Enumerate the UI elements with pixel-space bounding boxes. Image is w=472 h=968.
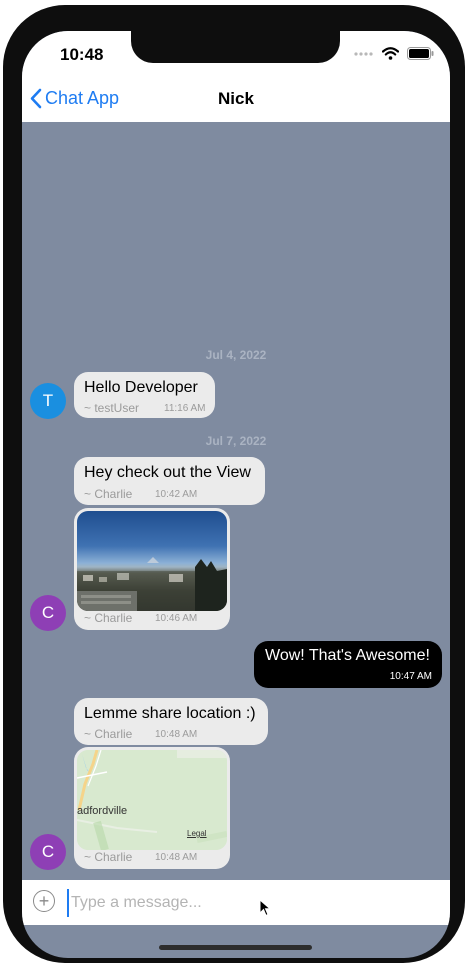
message-bubble[interactable]: Hey check out the View ~ Charlie 10:42 A…	[74, 457, 265, 505]
image-message-bubble[interactable]: ~ Charlie 10:46 AM	[74, 508, 230, 630]
mouse-cursor-icon	[259, 899, 271, 917]
avatar-initial: C	[41, 603, 55, 622]
status-time: 10:48	[60, 45, 104, 64]
map-place-label: adfordville	[77, 805, 128, 817]
location-map[interactable]: adfordville Legal	[77, 750, 227, 850]
navigation-header: 10:48 Chat App Nick	[22, 31, 450, 122]
message-sender: ~ Charlie	[84, 850, 133, 864]
message-text: Hello Developer	[84, 379, 198, 396]
message-input[interactable]	[67, 889, 413, 917]
message-text: Lemme share location :)	[84, 705, 256, 722]
message-time: 10:46 AM	[155, 613, 198, 624]
avatar[interactable]: T	[30, 383, 66, 419]
date-separator: Jul 4, 2022	[205, 348, 267, 362]
message-time: 10:47 AM	[389, 671, 432, 682]
message-sender: ~ Charlie	[84, 727, 133, 741]
conversation-title: Nick	[218, 89, 254, 108]
message-time: 11:16 AM	[164, 403, 206, 414]
photo-scene	[77, 557, 227, 611]
message-time: 10:42 AM	[155, 489, 198, 500]
message-input-bar: +	[22, 880, 450, 925]
status-icons	[354, 47, 434, 60]
battery-icon	[407, 47, 434, 60]
message-bubble[interactable]: Hello Developer ~ testUser 11:16 AM	[74, 372, 215, 418]
shared-photo[interactable]	[77, 511, 227, 611]
phone-frame: 10:48 Chat App Nick Jul 4, 2022 T Hello …	[3, 5, 465, 963]
message-text: Hey check out the View	[84, 464, 251, 481]
avatar[interactable]: C	[30, 595, 66, 631]
message-time: 10:48 AM	[155, 852, 198, 863]
message-sender: ~ Charlie	[84, 487, 133, 501]
message-time: 10:48 AM	[155, 729, 198, 740]
cellular-signal-icon	[354, 51, 373, 56]
plus-icon: +	[38, 891, 50, 911]
wifi-icon	[382, 47, 399, 60]
date-separator: Jul 7, 2022	[205, 434, 267, 448]
add-attachment-button[interactable]: +	[33, 890, 55, 912]
outgoing-message-bubble[interactable]: Wow! That's Awesome! 10:47 AM	[254, 641, 442, 688]
avatar-initial: T	[42, 391, 54, 410]
location-message-bubble[interactable]: adfordville Legal ~ Charlie 10:48 AM	[74, 747, 230, 869]
message-text: Wow! That's Awesome!	[265, 647, 430, 664]
app-screen: 10:48 Chat App Nick Jul 4, 2022 T Hello …	[22, 31, 450, 958]
avatar[interactable]: C	[30, 834, 66, 870]
home-indicator	[159, 945, 312, 950]
message-bubble[interactable]: Lemme share location :) ~ Charlie 10:48 …	[74, 698, 268, 745]
device-notch	[131, 31, 340, 63]
avatar-initial: C	[41, 842, 55, 861]
map-legal-link[interactable]: Legal	[187, 829, 207, 838]
message-sender: ~ testUser	[84, 401, 140, 415]
message-sender: ~ Charlie	[84, 611, 133, 625]
